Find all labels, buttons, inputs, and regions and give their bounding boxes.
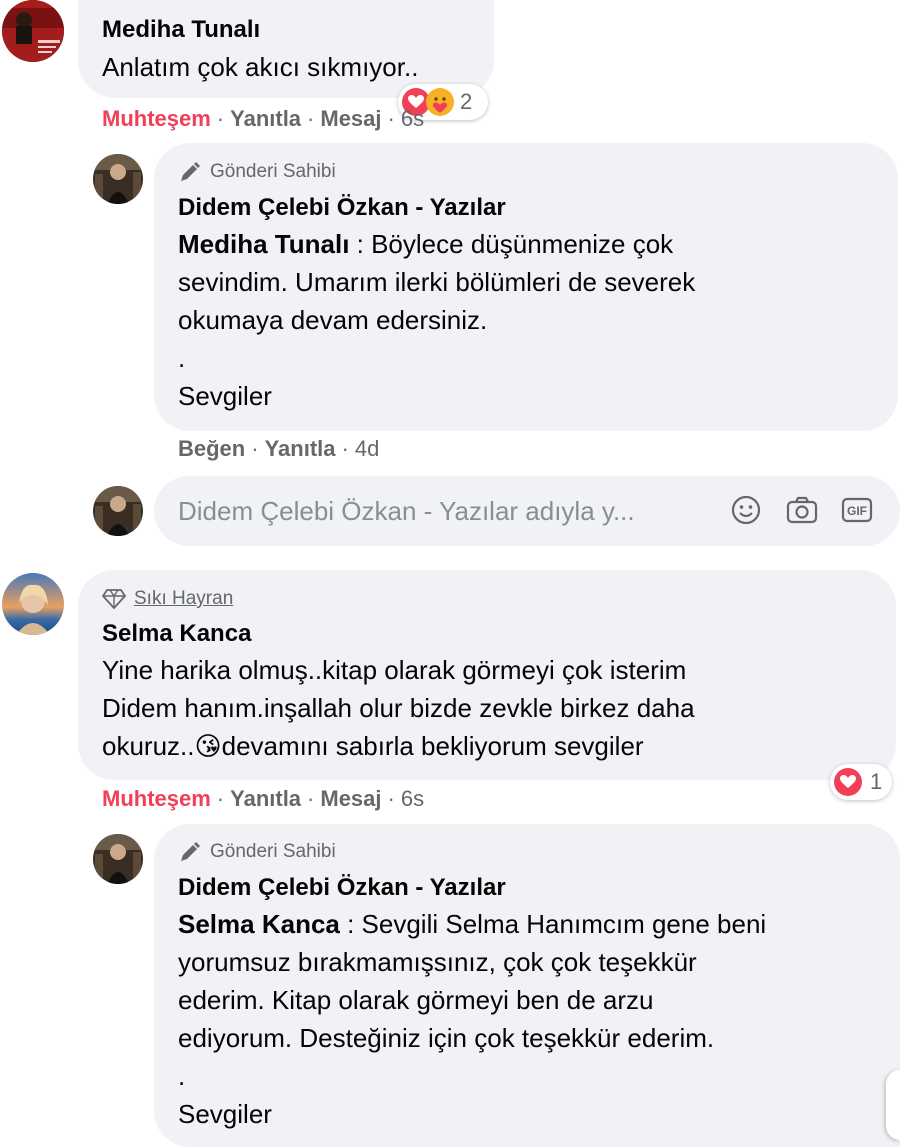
composer-avatar (93, 486, 143, 536)
like-button[interactable]: Muhteşem (102, 106, 211, 131)
floating-chat-button[interactable] (886, 1070, 900, 1140)
comment-text: Didem hanım.inşallah olur bizde zevkle b… (102, 693, 695, 723)
avatar-mediha[interactable] (2, 0, 64, 62)
pen-icon (181, 162, 200, 181)
comment-author[interactable]: Mediha Tunalı (102, 16, 260, 44)
mention-link[interactable]: Selma Kanca (178, 909, 340, 939)
pen-icon (181, 842, 200, 861)
message-button[interactable]: Mesaj (320, 106, 381, 131)
reply-text-line: yorumsuz bırakmamışsınız, çok çok teşekk… (178, 947, 697, 977)
avatar-didem[interactable] (93, 834, 143, 884)
badge-label: Gönderi Sahibi (210, 841, 336, 862)
reaction-count: 2 (460, 89, 473, 114)
reply-button[interactable]: Yanıtla (230, 106, 301, 131)
comment-text: okuruz..😘devamını sabırla bekliyorum sev… (102, 731, 644, 762)
gif-icon[interactable]: GIF (840, 494, 874, 531)
mention-link[interactable]: Mediha Tunalı (178, 229, 349, 259)
avatar-selma-image (2, 573, 64, 635)
care-icon (426, 88, 454, 116)
author-badge: Gönderi Sahibi (178, 160, 336, 184)
timestamp[interactable]: 6s (401, 786, 424, 811)
emoji-icon[interactable] (730, 494, 762, 531)
composer-placeholder[interactable]: Didem Çelebi Özkan - Yazılar adıyla y... (178, 496, 635, 527)
reply-text-line: ederim. Kitap olarak görmeyi ben de arzu (178, 985, 654, 1015)
reply-author[interactable]: Didem Çelebi Özkan - Yazılar (178, 874, 506, 902)
reply-text-line: ediyorum. Desteğiniz için çok teşekkür e… (178, 1023, 715, 1053)
reply-text-line: sevindim. Umarım ilerki bölümleri de sev… (178, 267, 696, 297)
avatar-didem-image (93, 834, 143, 884)
message-button[interactable]: Mesaj (320, 786, 381, 811)
like-button[interactable]: Muhteşem (102, 786, 211, 811)
love-icon (834, 768, 862, 796)
avatar-didem-image (93, 486, 143, 536)
reply-text-line: . (178, 343, 186, 373)
author-badge: Gönderi Sahibi (178, 840, 336, 864)
badge-label: Gönderi Sahibi (210, 161, 336, 182)
reaction-summary[interactable]: 1 (830, 764, 892, 800)
reply-text-line: Sevgiler (178, 1099, 272, 1129)
reaction-count: 1 (870, 769, 883, 794)
like-button[interactable]: Beğen (178, 436, 245, 461)
comment-text: Yine harika olmuş..kitap olarak görmeyi … (102, 655, 687, 685)
avatar-didem-image (93, 154, 143, 204)
badge-label[interactable]: Sıkı Hayran (134, 588, 233, 610)
reply-text-line: okumaya devam edersiniz. (178, 305, 488, 335)
camera-icon[interactable] (785, 494, 819, 531)
reply-text-line: Selma Kanca : Sevgili Selma Hanımcım gen… (178, 909, 767, 939)
reply-text-line: Sevgiler (178, 381, 272, 411)
reply-text-line: . (178, 1061, 186, 1091)
reply-actions: Beğen · Yanıtla · 4d (178, 436, 380, 461)
comment-text: Anlatım çok akıcı sıkmıyor.. (102, 52, 419, 82)
comment-actions: Muhteşem · Yanıtla · Mesaj · 6s (102, 786, 425, 811)
avatar-didem[interactable] (93, 154, 143, 204)
comment-author[interactable]: Selma Kanca (102, 620, 251, 648)
reply-text-line: Mediha Tunalı : Böylece düşünmenize çok (178, 229, 674, 259)
kiss-emoji: 😘 (194, 732, 222, 762)
comment-actions: Muhteşem · Yanıtla · Mesaj · 6s (102, 106, 425, 131)
gif-label: GIF (847, 504, 867, 518)
diamond-icon (102, 589, 126, 610)
avatar-mediha-image (2, 0, 64, 62)
fan-badge[interactable]: Sıkı Hayran (102, 588, 233, 610)
timestamp[interactable]: 6s (401, 106, 424, 131)
avatar-selma[interactable] (2, 573, 64, 635)
timestamp[interactable]: 4d (355, 436, 379, 461)
reply-button[interactable]: Yanıtla (230, 786, 301, 811)
reply-author[interactable]: Didem Çelebi Özkan - Yazılar (178, 194, 506, 222)
reply-button[interactable]: Yanıtla (265, 436, 336, 461)
